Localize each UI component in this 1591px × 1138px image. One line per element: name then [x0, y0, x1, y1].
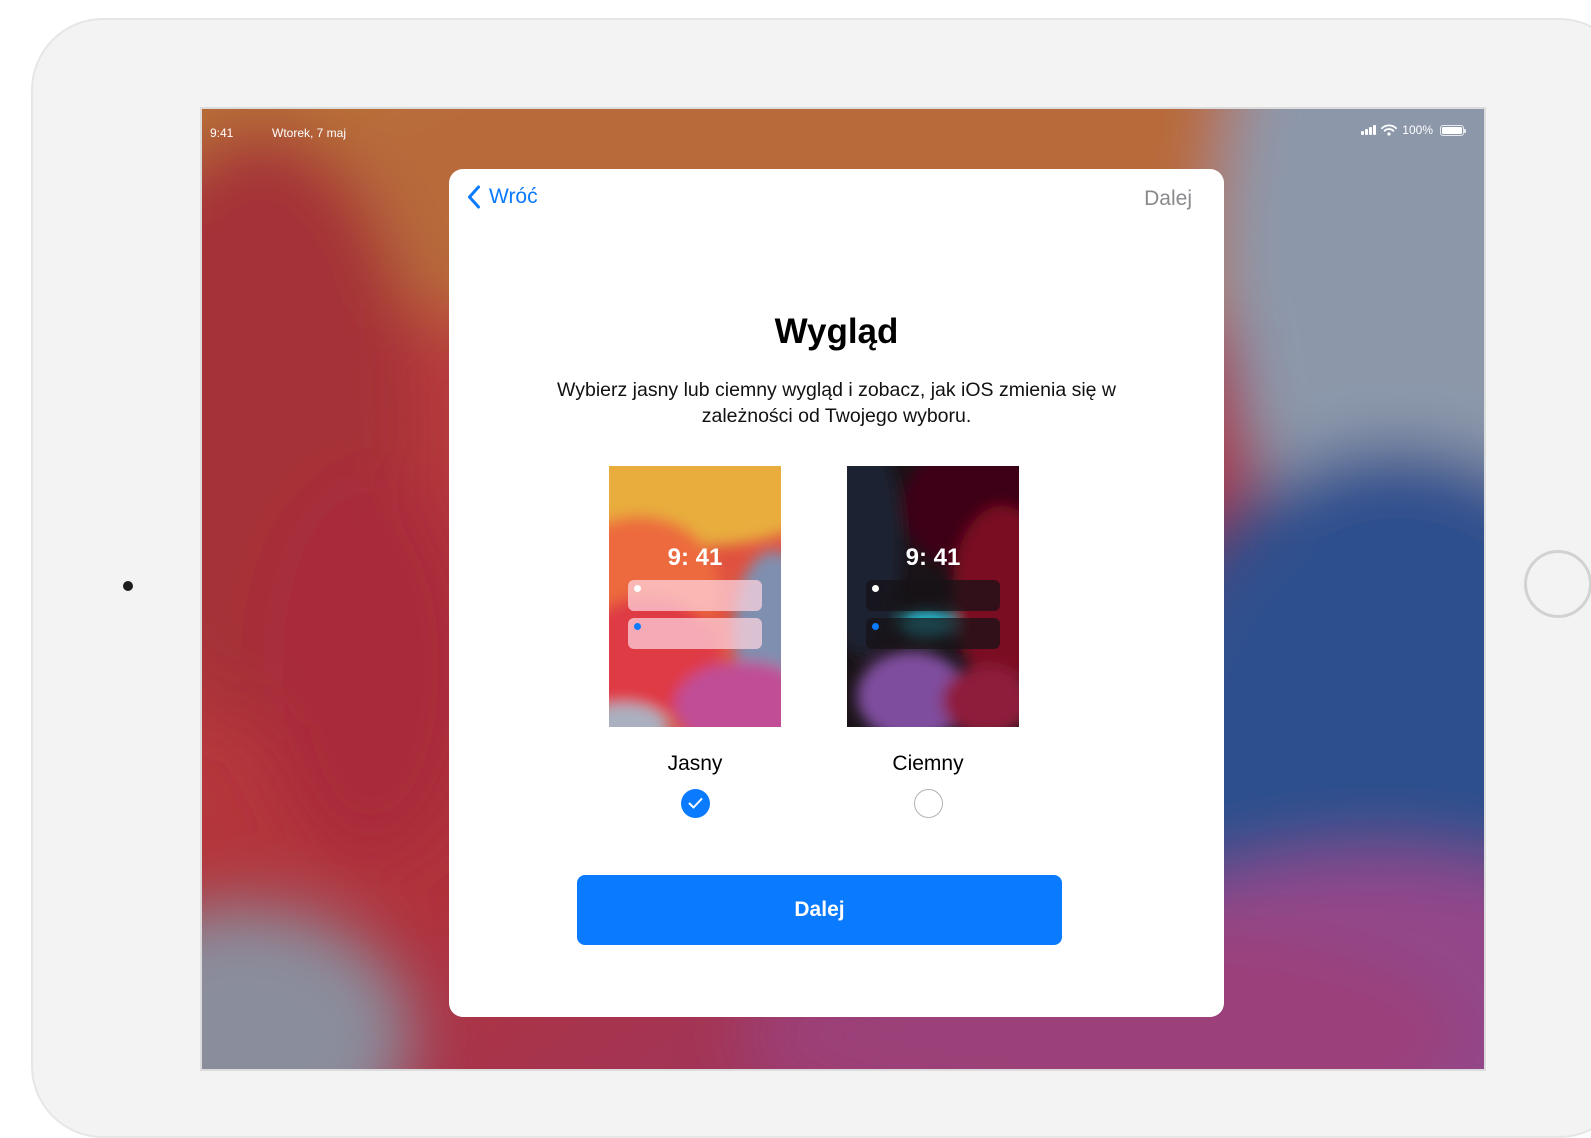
appearance-setup-dialog: Wróć Dalej Wygląd Wybierz jasny lub ciem… — [449, 169, 1224, 1017]
status-indicators: 100% — [1361, 123, 1466, 137]
light-option-radio-selected[interactable] — [681, 789, 710, 818]
chevron-left-icon — [468, 185, 480, 209]
battery-icon — [1440, 124, 1466, 136]
home-button[interactable] — [1524, 550, 1591, 618]
ipad-screen: 9:41 Wtorek, 7 maj 100% Wróć Dalej Wyglą… — [200, 107, 1486, 1071]
next-nav-button[interactable]: Dalej — [1144, 187, 1192, 211]
front-camera — [123, 581, 133, 591]
back-button[interactable]: Wróć — [467, 185, 538, 209]
light-preview-clock: 9: 41 — [667, 544, 723, 571]
notification-dot-icon — [872, 623, 879, 630]
status-date: Wtorek, 7 maj — [272, 126, 347, 140]
dark-preview-clock: 9: 41 — [905, 544, 961, 571]
wifi-icon — [1381, 124, 1398, 136]
battery-percentage: 100% — [1402, 123, 1433, 137]
light-option-label: Jasny — [667, 752, 723, 775]
light-preview-notification — [628, 580, 762, 611]
notification-dot-icon — [872, 585, 879, 592]
continue-button[interactable]: Dalej — [577, 875, 1062, 945]
status-time: 9:41 — [210, 126, 234, 140]
dark-preview-notification — [866, 618, 1000, 649]
light-preview-notification — [628, 618, 762, 649]
cellular-signal-icon — [1361, 125, 1377, 135]
back-button-label: Wróć — [489, 185, 538, 208]
dark-option-label: Ciemny — [892, 752, 964, 775]
page-title: Wygląd — [774, 312, 899, 351]
ipad-frame: 9:41 Wtorek, 7 maj 100% Wróć Dalej Wyglą… — [31, 18, 1591, 1138]
status-bar: 9:41 Wtorek, 7 maj 100% — [202, 109, 1484, 155]
dark-option-radio[interactable] — [914, 789, 943, 818]
page-subtitle: Wybierz jasny lub ciemny wygląd i zobacz… — [556, 379, 1117, 427]
notification-dot-icon — [634, 585, 641, 592]
checkmark-icon — [688, 798, 703, 809]
light-mode-preview[interactable]: 9: 41 — [609, 466, 781, 727]
dark-preview-notification — [866, 580, 1000, 611]
notification-dot-icon — [634, 623, 641, 630]
dark-mode-preview[interactable]: 9: 41 — [847, 466, 1019, 727]
